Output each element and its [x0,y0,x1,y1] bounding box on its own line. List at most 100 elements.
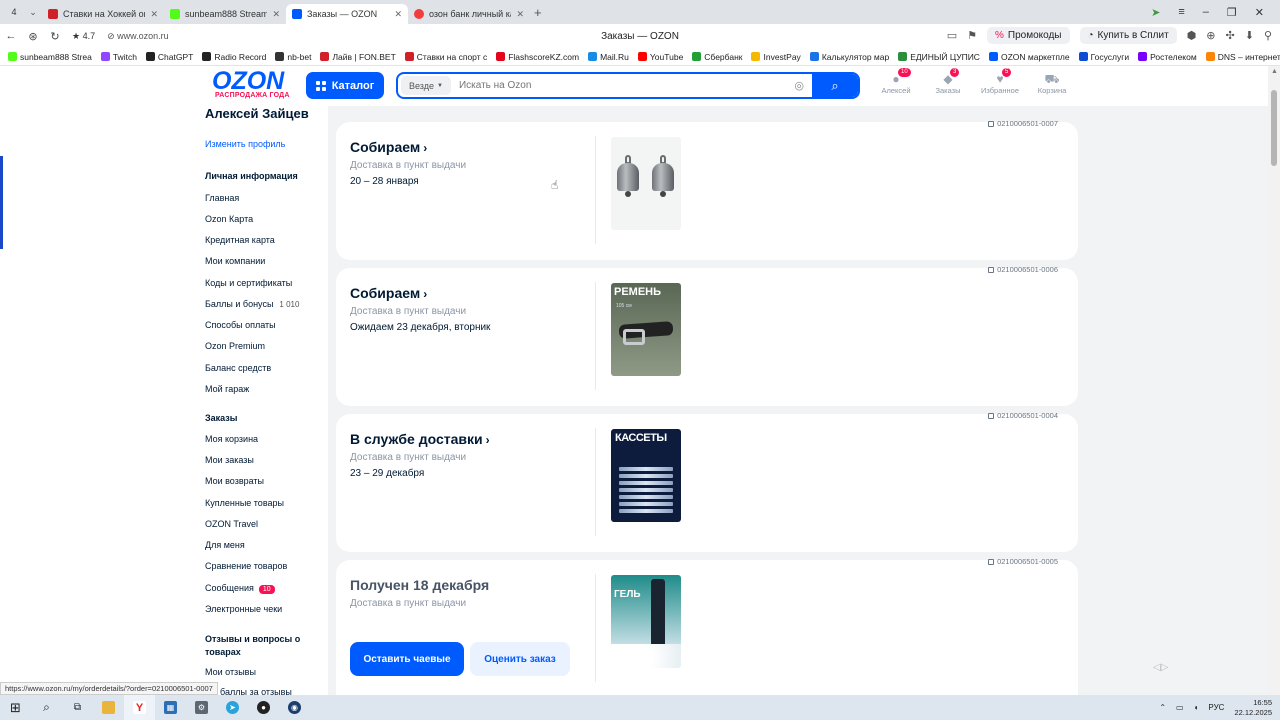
search-button[interactable]: ⌕ [812,74,858,97]
sidebar-item-review-points[interactable]: ...и баллы за отзывы [205,687,325,695]
sidebar-item-purchased[interactable]: Купленные товары [205,498,325,508]
header-profile[interactable]: ● 10 Алексей [876,68,916,95]
app-icon[interactable]: ⚙ [186,695,217,720]
close-icon[interactable]: ✕ [516,9,524,20]
browser-tab[interactable]: Ставки на Хоккей онлайн ✕ [42,4,164,24]
product-thumbnail[interactable] [611,137,681,230]
clock[interactable]: 16:55 22.12.2025 [1234,698,1272,718]
order-status[interactable]: Собираем › [350,139,427,155]
reader-icon[interactable]: ▭ [947,29,957,42]
network-icon[interactable]: ▭ [1176,703,1184,712]
sidebar-item-bonuses[interactable]: Баллы и бонусы 1 010 [205,299,325,309]
sidebar-item-payment[interactable]: Способы оплаты [205,320,325,330]
scrollbar-thumb[interactable] [1271,90,1277,166]
bookmark-item[interactable]: sunbeam888 Strea [8,52,92,62]
task-view-icon[interactable]: ⧉ [62,695,93,720]
sidebar-item-main[interactable]: Главная [205,193,325,203]
menu-icon[interactable]: ≡ [1178,6,1184,18]
pin-icon[interactable]: ⚲ [1264,29,1272,42]
sidebar-item-compare[interactable]: Сравнение товаров [205,561,325,571]
restore-icon[interactable]: ❐ [1227,6,1237,19]
bookmark-item[interactable]: Twitch [100,52,137,62]
product-thumbnail[interactable]: ГЕЛЬ [611,575,681,668]
keyboard-language[interactable]: РУС [1208,703,1224,712]
sidebar-item-receipts[interactable]: Электронные чеки [205,604,325,614]
order-card[interactable]: 0210006501-0005 Получен 18 декабря Доста… [336,557,1078,695]
bookmark-item[interactable]: Mail.Ru [588,52,629,62]
edit-profile-link[interactable]: Изменить профиль [205,139,285,149]
bookmark-item[interactable]: Ставки на спорт с [404,52,487,62]
bookmark-item[interactable]: DNS – интернет [1205,52,1280,62]
start-icon[interactable]: ⊞ [0,695,31,720]
header-orders[interactable]: ◆ 3 Заказы [928,68,968,95]
bookmark-item[interactable]: InvestPay [751,52,801,62]
browser-tab-active[interactable]: Заказы — OZON ✕ [286,4,408,24]
bookmark-item[interactable]: Сбербанк [692,52,742,62]
puzzle-icon[interactable]: ✣ [1226,29,1235,42]
bookmark-item[interactable]: OZON маркетпле [988,52,1070,62]
obs-icon[interactable]: ● [248,695,279,720]
order-status[interactable]: В службе доставки › [350,431,490,447]
bookmark-item[interactable]: YouTube [637,52,683,62]
order-status[interactable]: Получен 18 декабря [350,577,489,593]
promo-button[interactable]: % Промокоды [986,27,1070,44]
bookmark-icon[interactable]: ⚑ [967,29,977,42]
browser-tab[interactable]: sunbeam888 Stream - Wat ✕ [164,4,286,24]
bookmark-item[interactable]: Госуслуги [1078,52,1129,62]
sidebar-item-codes[interactable]: Коды и сертификаты [205,278,325,288]
page-scrollbar[interactable]: ▲ [1268,66,1280,695]
close-icon[interactable]: ✕ [394,9,402,20]
sidebar-item-credit-card[interactable]: Кредитная карта [205,235,325,245]
extension-icon[interactable]: ⬢ [1187,29,1197,42]
reload-icon[interactable]: ↻ [44,30,66,43]
minimize-icon[interactable]: – [1203,6,1209,18]
sidebar-item-messages[interactable]: Сообщения 10 [205,583,325,594]
file-explorer-icon[interactable] [93,695,124,720]
new-tab-icon[interactable]: + [534,5,542,20]
protect-icon[interactable]: ⊛ [22,30,44,43]
close-icon[interactable]: ✕ [150,9,158,20]
order-number[interactable]: 0210006501-0004 [988,411,1058,420]
header-cart[interactable]: ⛟ Корзина [1032,72,1072,95]
sidebar-item-returns[interactable]: Мои возвраты [205,476,325,486]
bookmark-item[interactable]: Radio Record [202,52,266,62]
order-number[interactable]: 0210006501-0007 [988,119,1058,128]
extension-icon[interactable]: ➤ [1151,6,1160,19]
resize-handle-icon[interactable]: ◁▷ [1153,662,1168,673]
order-number[interactable]: 0210006501-0006 [988,265,1058,274]
close-icon[interactable]: ✕ [272,9,280,20]
download-icon[interactable]: ⬇ [1245,29,1254,42]
bookmark-item[interactable]: Ростелеком [1138,52,1197,62]
bookmark-item[interactable]: nb-bet [275,52,311,62]
order-card[interactable]: 0210006501-0006 Собираем › Доставка в пун… [336,265,1078,406]
sidebar-item-travel[interactable]: OZON Travel [205,519,325,529]
scroll-up-icon[interactable]: ▲ [1271,68,1278,75]
close-window-icon[interactable]: ✕ [1255,6,1264,19]
sidebar-item-orders[interactable]: Мои заказы [205,455,325,465]
volume-icon[interactable]: ◖ [1194,703,1199,712]
rate-order-button[interactable]: Оценить заказ [470,642,570,676]
back-icon[interactable]: ← [0,30,22,42]
leave-tip-button[interactable]: Оставить чаевые [350,642,464,676]
sidebar-item-companies[interactable]: Мои компании [205,256,325,266]
search-input[interactable] [450,80,795,91]
tabs-menu-icon[interactable]: ⌄ [24,7,42,18]
sidebar-item-cart[interactable]: Моя корзина [205,434,325,444]
sidebar-item-ozon-card[interactable]: Ozon Карта [205,214,325,224]
browser-tab[interactable]: озон банк личный кабинет ✕ [408,4,530,24]
product-thumbnail[interactable]: КАССЕТЫ [611,429,681,522]
order-card[interactable]: 0210006501-0007 Собираем › Доставка в пун… [336,119,1078,260]
split-button[interactable]: ◔ Купить в Сплит [1079,27,1177,44]
sidebar-item-balance[interactable]: Баланс средств [205,363,325,373]
order-card[interactable]: 0210006501-0004 В службе доставки › Доста… [336,411,1078,552]
chevron-up-icon[interactable]: ⌃ [1159,703,1166,712]
order-number[interactable]: 0210006501-0005 [988,557,1058,566]
bookmark-item[interactable]: ЕДИНЫЙ ЦУПИС [898,52,980,62]
calculator-icon[interactable]: ▦ [155,695,186,720]
url-field[interactable]: ⊘ www.ozon.ru [107,31,169,42]
camera-search-icon[interactable]: ◎ [794,79,804,92]
search-icon[interactable]: ⌕ [31,695,62,720]
sidebar-item-garage[interactable]: Мой гараж [205,384,325,394]
ozon-logo[interactable]: OZON РАСПРОДАЖА ГОДА [212,69,296,100]
vpn-icon[interactable]: ⊕ [1206,29,1215,42]
